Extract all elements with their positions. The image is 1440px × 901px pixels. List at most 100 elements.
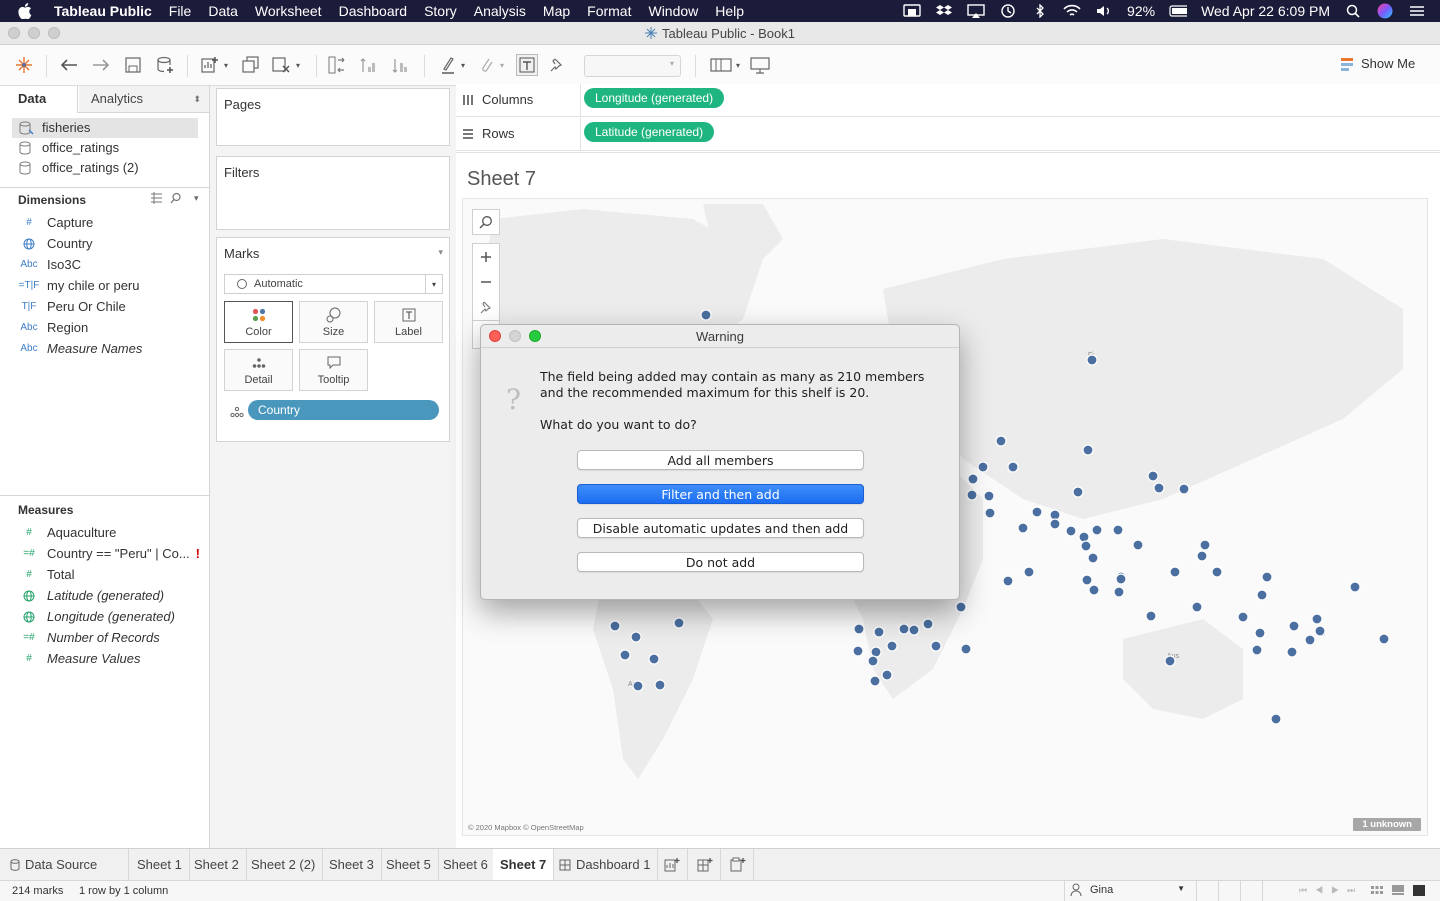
window-zoom-button[interactable] [48, 27, 60, 39]
tab-data[interactable]: Data [0, 86, 78, 113]
dialog-zoom-button[interactable] [529, 330, 541, 342]
field-iso3c[interactable]: Abc Iso3C [18, 254, 81, 275]
menu-map[interactable]: Map [543, 3, 570, 19]
duplicate-sheet-icon[interactable] [240, 54, 262, 76]
group-dropdown-icon[interactable]: ▾ [495, 54, 509, 76]
country-mark[interactable] [1132, 539, 1144, 551]
field-latitude-generated[interactable]: Latitude (generated) [18, 585, 164, 606]
datasource-item[interactable]: office_ratings (2) [12, 158, 198, 178]
country-mark[interactable] [700, 309, 712, 321]
filter-and-add-button[interactable]: Filter and then add [577, 484, 864, 504]
country-detail-pill[interactable]: Country [248, 400, 439, 420]
undo-icon[interactable] [58, 54, 80, 76]
apple-icon[interactable] [18, 3, 36, 19]
country-mark[interactable] [1178, 483, 1190, 495]
field-country-eq-peru-calc[interactable]: =# Country == "Peru" | Co...! [18, 543, 200, 564]
country-mark[interactable] [1211, 566, 1223, 578]
swap-rows-columns-icon[interactable] [326, 54, 348, 76]
country-mark[interactable] [867, 655, 879, 667]
country-mark[interactable] [852, 645, 864, 657]
country-mark[interactable] [1254, 627, 1266, 639]
country-mark[interactable] [1072, 486, 1084, 498]
tab-sheet-1[interactable]: Sheet 1 [130, 849, 190, 880]
country-mark[interactable] [853, 623, 865, 635]
datasource-item[interactable]: fisheries [12, 118, 198, 138]
control-list-icon[interactable] [1408, 4, 1426, 18]
country-mark[interactable] [609, 620, 621, 632]
detail-mark-button[interactable]: Detail [224, 349, 293, 391]
tab-sheet-2[interactable]: Sheet 2 [187, 849, 247, 880]
tableau-logo-icon[interactable] [13, 54, 35, 76]
disable-updates-button[interactable]: Disable automatic updates and then add [577, 518, 864, 538]
country-mark[interactable] [1086, 354, 1098, 366]
color-mark-button[interactable]: Color [224, 301, 293, 343]
field-aquaculture[interactable]: # Aquaculture [18, 522, 116, 543]
field-total[interactable]: # Total [18, 564, 74, 585]
country-mark[interactable] [1153, 482, 1165, 494]
field-measure-names[interactable]: Abc Measure Names [18, 338, 142, 359]
country-mark[interactable] [869, 675, 881, 687]
country-mark[interactable] [1091, 524, 1103, 536]
country-mark[interactable] [1088, 584, 1100, 596]
sheet-navigation-arrows[interactable]: ⏮◀▶⏭ [1299, 885, 1363, 896]
airplay-icon[interactable] [967, 4, 985, 18]
country-mark[interactable] [873, 626, 885, 638]
new-datasource-icon[interactable] [154, 54, 176, 76]
fix-axes-icon[interactable] [546, 54, 568, 76]
country-mark[interactable] [1314, 625, 1326, 637]
country-mark[interactable] [1087, 552, 1099, 564]
country-mark[interactable] [967, 473, 979, 485]
field-region[interactable]: Abc Region [18, 317, 88, 338]
group-members-icon[interactable] [475, 54, 497, 76]
siri-icon[interactable] [1376, 3, 1394, 19]
show-cards-icon[interactable] [708, 54, 734, 76]
tab-analytics[interactable]: Analytics ⬍ [79, 86, 209, 112]
rows-shelf[interactable]: Rows Latitude (generated) [456, 118, 1440, 151]
country-mark[interactable] [1286, 646, 1298, 658]
tab-sheet-7[interactable]: Sheet 7 [493, 849, 555, 880]
map-search-button[interactable] [472, 209, 500, 235]
menu-data[interactable]: Data [208, 3, 238, 19]
size-mark-button[interactable]: Size [299, 301, 368, 343]
country-mark[interactable] [881, 669, 893, 681]
data-pane-menu-chevron-icon[interactable]: ▾ [194, 193, 199, 204]
field-peru-or-chile[interactable]: T|F Peru Or Chile [18, 296, 126, 317]
show-tabs-icon[interactable] [1392, 885, 1404, 896]
new-worksheet-dropdown-icon[interactable]: ▾ [219, 54, 233, 76]
menu-worksheet[interactable]: Worksheet [255, 3, 322, 19]
country-mark[interactable] [1256, 589, 1268, 601]
dropbox-icon[interactable] [935, 4, 953, 18]
do-not-add-button[interactable]: Do not add [577, 552, 864, 572]
fit-dropdown[interactable]: ▾ [584, 55, 681, 77]
country-mark[interactable] [960, 643, 972, 655]
field-number-of-records[interactable]: =# Number of Records [18, 627, 159, 648]
menu-dashboard[interactable]: Dashboard [339, 3, 408, 19]
show-cards-dropdown-icon[interactable]: ▾ [732, 54, 744, 76]
menu-window[interactable]: Window [648, 3, 698, 19]
country-mark[interactable] [1311, 613, 1323, 625]
clock[interactable]: Wed Apr 22 6:09 PM [1201, 3, 1330, 19]
menu-app-name[interactable]: Tableau Public [54, 3, 152, 19]
new-worksheet-tab-button[interactable] [656, 849, 688, 880]
country-mark[interactable] [1147, 470, 1159, 482]
country-mark[interactable] [886, 640, 898, 652]
country-mark[interactable] [995, 435, 1007, 447]
columns-shelf[interactable]: Columns Longitude (generated) [456, 84, 1440, 117]
spotlight-search-icon[interactable] [1344, 4, 1362, 18]
field-longitude-generated[interactable]: Longitude (generated) [18, 606, 175, 627]
window-minimize-button[interactable] [28, 27, 40, 39]
screen-mirror-icon[interactable] [903, 4, 921, 18]
country-mark[interactable] [966, 489, 978, 501]
country-mark[interactable] [1378, 633, 1390, 645]
redo-icon[interactable] [90, 54, 112, 76]
country-mark[interactable] [1017, 522, 1029, 534]
volume-icon[interactable] [1095, 4, 1113, 18]
search-fields-icon[interactable] [170, 192, 182, 204]
country-mark[interactable] [1251, 644, 1263, 656]
country-mark[interactable] [1349, 581, 1361, 593]
country-mark[interactable] [977, 461, 989, 473]
menu-help[interactable]: Help [715, 3, 744, 19]
country-mark[interactable] [1113, 586, 1125, 598]
show-sheet-sorter-icon[interactable] [1413, 885, 1425, 896]
bluetooth-icon[interactable] [1031, 4, 1049, 18]
